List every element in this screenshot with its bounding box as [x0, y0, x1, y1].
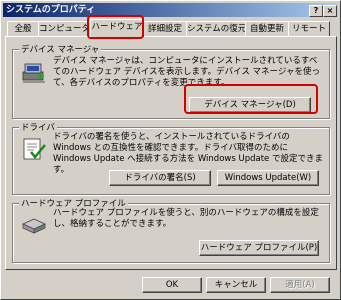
drivers-group-label: ドライバ	[19, 121, 57, 133]
tab-remote[interactable]: リモート	[288, 21, 330, 36]
hardware-profiles-description: ハードウェア プロファイルを使うと、別のハードウェアの構成を設定し、格納すること…	[53, 208, 319, 229]
tab-advanced[interactable]: 詳細設定	[143, 21, 187, 36]
title-bar[interactable]: システムのプロパティ ? ×	[3, 3, 338, 17]
apply-button[interactable]: 適用(A)	[270, 277, 330, 293]
tab-general[interactable]: 全般	[7, 21, 39, 36]
tab-automatic-updates[interactable]: 自動更新	[245, 21, 289, 36]
windows-update-button[interactable]: Windows Update(W)	[217, 170, 319, 186]
cancel-button[interactable]: キャンセル	[206, 277, 266, 293]
highlight-device-manager-button	[184, 84, 318, 114]
system-properties-window: システムのプロパティ ? × 全般 コンピュータ名 ハードウェア 詳細設定 シス…	[0, 0, 341, 300]
window-title: システムのプロパティ	[6, 5, 96, 15]
help-icon[interactable]: ?	[309, 5, 323, 17]
drivers-group: ドライバ ドライバの署名を使うと、インストールされているドライバの Window…	[12, 121, 330, 195]
driver-signing-icon	[23, 138, 46, 160]
device-manager-group-label: デバイス マネージャ	[19, 43, 102, 55]
tab-strip: 全般 コンピュータ名 ハードウェア 詳細設定 システムの復元 自動更新 リモート	[5, 19, 337, 37]
hardware-profiles-button[interactable]: ハードウェア プロファイル(P)	[199, 240, 319, 256]
driver-signing-button[interactable]: ドライバの署名(S)	[109, 170, 211, 186]
device-manager-icon	[22, 63, 45, 83]
tab-computer-name[interactable]: コンピュータ名	[38, 21, 92, 36]
hardware-profiles-group: ハードウェア プロファイル ハードウェア プロファイルを使うと、別のハードウェア…	[12, 197, 330, 263]
ok-button[interactable]: OK	[142, 277, 202, 293]
tab-system-restore[interactable]: システムの復元	[186, 21, 246, 36]
hardware-profiles-icon	[22, 218, 46, 234]
close-icon[interactable]: ×	[323, 5, 337, 17]
highlight-hardware-tab	[87, 15, 144, 39]
hardware-panel: デバイス マネージャ デバイス マネージャは、コンピュータにインストールされてい…	[5, 36, 337, 270]
